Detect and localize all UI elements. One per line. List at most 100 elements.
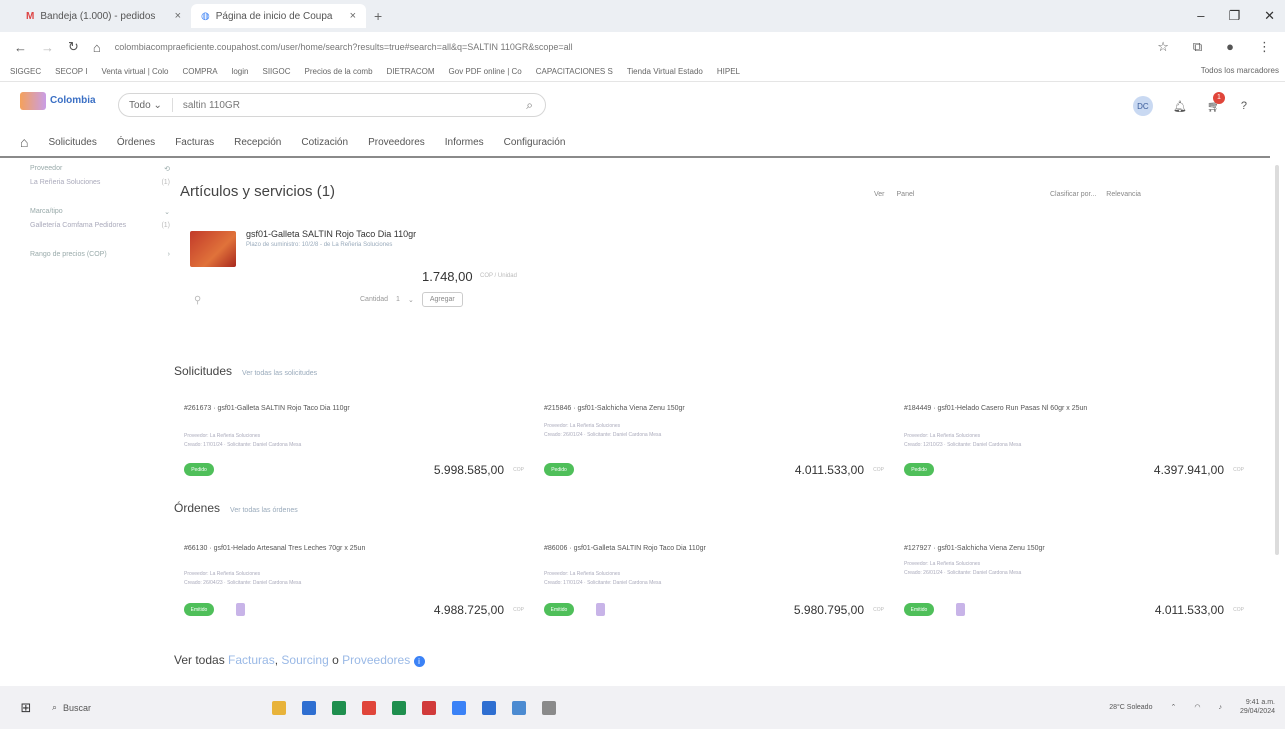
nav-item-facturas[interactable]: Facturas	[175, 137, 214, 148]
weather-widget[interactable]: 28°C Soleado	[1109, 704, 1152, 711]
card-title[interactable]: #66130 · gsf01-Helado Artesanal Tres Lec…	[184, 545, 365, 552]
proveedores-link[interactable]: Proveedores	[342, 653, 410, 667]
product-image[interactable]	[190, 231, 236, 267]
filter-heading[interactable]: Proveedor ⟲	[30, 165, 170, 173]
quantity-input[interactable]: 1	[396, 296, 400, 303]
forward-icon[interactable]: →	[41, 40, 54, 55]
logo[interactable]: Colombia	[20, 92, 96, 110]
app-icon[interactable]	[452, 700, 466, 715]
browser-tab-active[interactable]: ◍ Página de inicio de Coupa ×	[191, 4, 366, 28]
bookmark[interactable]: Tienda Virtual Estado	[627, 67, 703, 76]
nav-item-proveedores[interactable]: Proveedores	[368, 137, 425, 148]
solicitud-card[interactable]: #184449 · gsf01-Helado Casero Run Pasas …	[904, 405, 1244, 485]
close-window-icon[interactable]: ✕	[1264, 8, 1275, 24]
chrome-icon[interactable]	[362, 700, 376, 715]
extension-icon[interactable]: ⧉	[1193, 39, 1202, 55]
card-title[interactable]: #215846 · gsf01-Salchicha Viena Zenu 150…	[544, 405, 685, 412]
help-icon[interactable]: ?	[1241, 100, 1247, 112]
bookmark[interactable]: Precios de la comb	[305, 67, 373, 76]
word-icon[interactable]	[482, 700, 496, 715]
bookmark[interactable]: SECOP I	[55, 67, 87, 76]
taskbar-search[interactable]: ⌕ Buscar	[52, 702, 162, 713]
back-icon[interactable]: ←	[14, 40, 27, 55]
store-icon[interactable]	[302, 700, 316, 715]
orden-card[interactable]: #127927 · gsf01-Salchicha Viena Zenu 150…	[904, 545, 1244, 625]
bookmark[interactable]: COMPRA	[182, 67, 217, 76]
filter-option[interactable]: Galletería Comfama Pedidores (1)	[30, 222, 170, 229]
chevron-right-icon[interactable]: ›	[168, 251, 170, 258]
excel-icon[interactable]	[332, 700, 346, 715]
view-toggle[interactable]: Ver Panel	[874, 191, 914, 198]
cart-icon[interactable]: 🛒︎ 1	[1207, 91, 1225, 113]
wifi-icon[interactable]: ◠	[1194, 703, 1200, 711]
app-icon[interactable]	[542, 700, 556, 715]
all-bookmarks[interactable]: Todos los marcadores	[1201, 66, 1279, 75]
orden-card[interactable]: #66130 · gsf01-Helado Artesanal Tres Lec…	[184, 545, 524, 625]
add-to-cart-button[interactable]: Agregar	[421, 292, 463, 307]
close-tab-icon[interactable]: ×	[350, 10, 356, 22]
nav-item-ordenes[interactable]: Órdenes	[117, 137, 155, 148]
close-tab-icon[interactable]: ×	[175, 10, 181, 22]
document-icon[interactable]	[596, 603, 605, 616]
pdf-icon[interactable]	[422, 700, 436, 715]
tray-chevron-icon[interactable]: ⌃	[1170, 703, 1176, 711]
card-title[interactable]: #127927 · gsf01-Salchicha Viena Zenu 150…	[904, 545, 1045, 552]
page-scrollbar[interactable]	[1275, 165, 1279, 555]
nav-item-recepcion[interactable]: Recepción	[234, 137, 281, 148]
reload-icon[interactable]: ↻	[68, 39, 79, 55]
card-title[interactable]: #261673 · gsf01-Galleta SALTIN Rojo Taco…	[184, 405, 350, 412]
search-input[interactable]: saltin 110GR	[173, 100, 526, 111]
nav-item-configuracion[interactable]: Configuración	[504, 137, 566, 148]
clock[interactable]: 9:41 a.m. 29/04/2024	[1240, 698, 1275, 716]
facturas-link[interactable]: Facturas	[228, 653, 275, 667]
url-field[interactable]: colombiacompraeficiente.coupahost.com/us…	[115, 42, 875, 52]
avatar[interactable]: DC	[1132, 96, 1153, 116]
bookmark[interactable]: HIPEL	[717, 67, 740, 76]
solicitud-card[interactable]: #261673 · gsf01-Galleta SALTIN Rojo Taco…	[184, 405, 524, 485]
star-icon[interactable]: ☆	[1157, 39, 1169, 55]
bookmark[interactable]: SIGGEC	[10, 67, 41, 76]
view-all-ordenes-link[interactable]: Ver todas las órdenes	[230, 507, 298, 514]
bookmark[interactable]: DIETRACOM	[387, 67, 435, 76]
search-scope-select[interactable]: Todo ⌄	[119, 98, 173, 112]
filter-clear-icon[interactable]: ⟲	[164, 165, 170, 173]
card-title[interactable]: #184449 · gsf01-Helado Casero Run Pasas …	[904, 405, 1087, 412]
product-title[interactable]: gsf01-Galleta SALTIN Rojo Taco Dia 110gr	[246, 229, 416, 239]
nav-item-cotizacion[interactable]: Cotización	[301, 137, 348, 148]
filter-option[interactable]: La Reñeria Soluciones (1)	[30, 179, 170, 186]
nav-item-informes[interactable]: Informes	[445, 137, 484, 148]
chevron-down-icon[interactable]: ⌄	[164, 208, 170, 216]
windows-start-icon[interactable]: ⊞	[10, 694, 42, 722]
bookmark[interactable]: login	[232, 67, 249, 76]
home-icon[interactable]: ⌂	[93, 40, 101, 55]
menu-icon[interactable]: ⋮	[1258, 39, 1271, 55]
bookmark[interactable]: SIIGOC	[262, 67, 290, 76]
home-icon[interactable]: ⌂	[20, 134, 28, 150]
document-icon[interactable]	[956, 603, 965, 616]
filter-heading[interactable]: Marca/tipo ⌄	[30, 208, 170, 216]
new-tab-icon[interactable]: +	[374, 8, 382, 24]
app-icon[interactable]	[512, 700, 526, 715]
pin-icon[interactable]: ⚲	[194, 295, 201, 306]
bookmark[interactable]: CAPACITACIONES S	[536, 67, 613, 76]
card-title[interactable]: #86006 · gsf01-Galleta SALTIN Rojo Taco …	[544, 545, 706, 552]
volume-icon[interactable]: ♪	[1218, 704, 1222, 711]
sort-select[interactable]: Clasificar por... Relevancia	[1050, 191, 1141, 198]
view-all-solicitudes-link[interactable]: Ver todas las solicitudes	[242, 370, 317, 377]
minimize-icon[interactable]: –	[1197, 8, 1204, 24]
app-icon[interactable]	[392, 700, 406, 715]
info-icon[interactable]: i	[413, 656, 425, 667]
maximize-icon[interactable]: ❐	[1228, 8, 1240, 24]
nav-item-solicitudes[interactable]: Solicitudes	[48, 137, 96, 148]
sourcing-link[interactable]: Sourcing	[281, 653, 328, 667]
bookmark[interactable]: Venta virtual | Colo	[101, 67, 168, 76]
document-icon[interactable]	[236, 603, 245, 616]
solicitud-card[interactable]: #215846 · gsf01-Salchicha Viena Zenu 150…	[544, 405, 884, 485]
file-explorer-icon[interactable]	[272, 700, 286, 715]
quantity-dropdown-icon[interactable]: ⌄	[408, 296, 414, 304]
orden-card[interactable]: #86006 · gsf01-Galleta SALTIN Rojo Taco …	[544, 545, 884, 625]
profile-icon[interactable]: ●	[1226, 39, 1234, 55]
search-icon[interactable]: ⌕	[526, 98, 545, 113]
bell-icon[interactable]: 🔔︎	[1173, 100, 1187, 113]
filter-heading[interactable]: Rango de precios (COP) ›	[30, 251, 170, 258]
